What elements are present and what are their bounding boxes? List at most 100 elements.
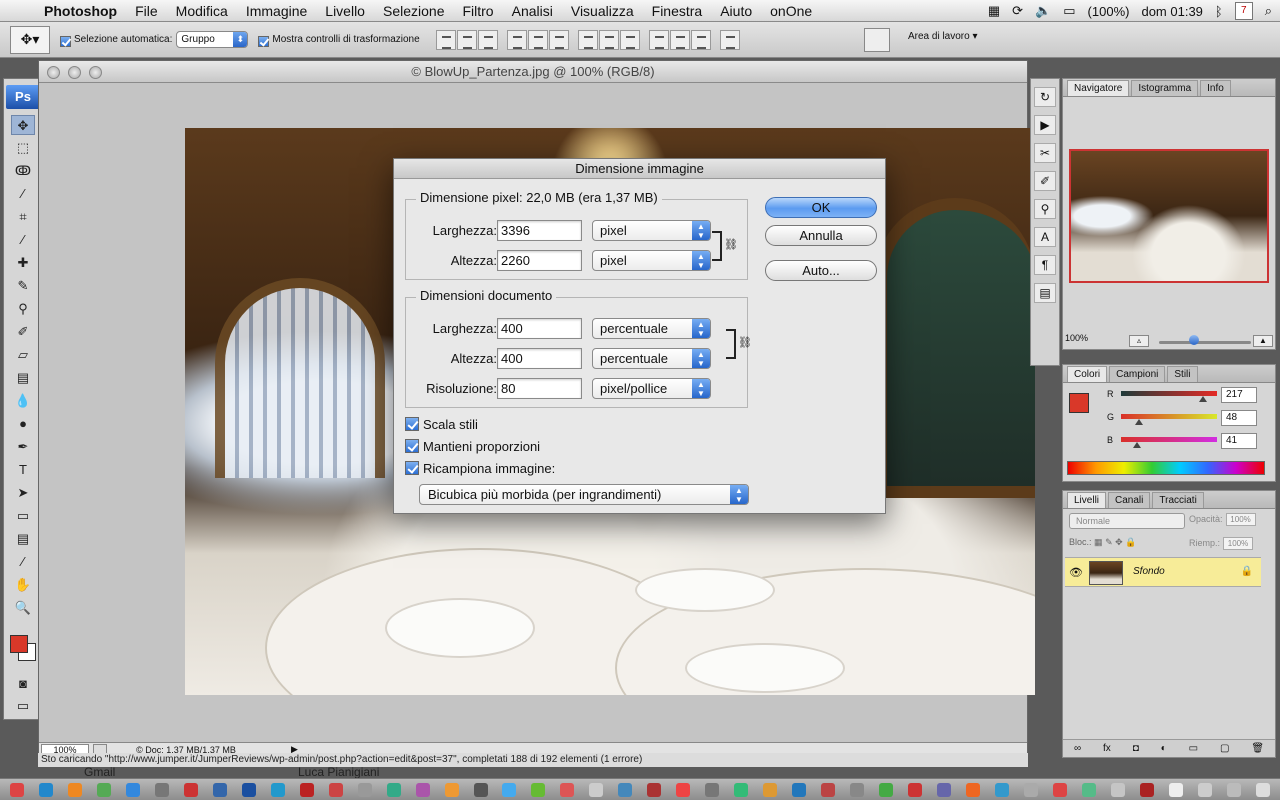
pixel-width-input[interactable]: 3396 bbox=[497, 220, 582, 241]
dock-app-icon[interactable] bbox=[763, 782, 778, 797]
b-value-field[interactable]: 41 bbox=[1221, 433, 1257, 449]
doc-height-input[interactable]: 400 bbox=[497, 348, 582, 369]
zoom-out-icon[interactable]: ▵ bbox=[1129, 335, 1149, 347]
quick-mask-icon[interactable]: ◙ bbox=[11, 674, 35, 694]
clone-source-icon[interactable]: ⚲ bbox=[1034, 199, 1056, 219]
bluetooth-icon[interactable]: ᛒ bbox=[1215, 4, 1223, 19]
eraser-tool-icon[interactable]: ▱ bbox=[11, 345, 35, 365]
doc-height-unit-select[interactable]: percentuale ▲ ▼ bbox=[592, 348, 711, 369]
trash-icon[interactable]: 🗑 bbox=[1251, 743, 1264, 754]
screen-mode-icon[interactable]: ▭ bbox=[11, 696, 35, 716]
dock-app-icon[interactable] bbox=[647, 782, 662, 797]
doc-width-unit-select[interactable]: percentuale ▲ ▼ bbox=[592, 318, 711, 339]
dock-app-icon[interactable] bbox=[415, 782, 430, 797]
path-select-icon[interactable]: ➤ bbox=[11, 483, 35, 503]
dock-app-icon[interactable] bbox=[734, 782, 749, 797]
spaces-icon[interactable]: ▦ bbox=[988, 3, 1000, 19]
tool-presets-icon[interactable]: ✂ bbox=[1034, 143, 1056, 163]
dock-app-icon[interactable] bbox=[38, 782, 53, 797]
layer-mask-icon[interactable]: ◘ bbox=[1133, 743, 1139, 754]
user-name[interactable]: Luca Pianigiani bbox=[298, 765, 379, 779]
dock-app-icon[interactable] bbox=[154, 782, 169, 797]
dock-app-icon[interactable] bbox=[473, 782, 488, 797]
menu-aiuto[interactable]: Aiuto bbox=[720, 3, 752, 19]
minimize-window-icon[interactable] bbox=[68, 66, 81, 79]
auto-button[interactable]: Auto... bbox=[765, 260, 877, 281]
foreground-color-swatch[interactable] bbox=[10, 635, 28, 653]
pixel-height-unit-select[interactable]: pixel ▲ ▼ bbox=[592, 250, 711, 271]
distribute-top-icon[interactable] bbox=[577, 29, 598, 50]
dock-app-icon[interactable] bbox=[502, 782, 517, 797]
menu-selezione[interactable]: Selezione bbox=[383, 3, 445, 19]
sync-icon[interactable]: ⟳ bbox=[1012, 3, 1023, 19]
dodge-tool-icon[interactable]: ● bbox=[11, 414, 35, 434]
spotlight-icon[interactable]: ⌕ bbox=[1265, 3, 1272, 19]
align-vcenter-icon[interactable] bbox=[456, 29, 477, 50]
dock-app-icon[interactable] bbox=[937, 782, 951, 797]
dock-app-icon[interactable] bbox=[270, 782, 285, 797]
shape-tool-icon[interactable]: ▭ bbox=[11, 506, 35, 526]
dock-app-icon[interactable] bbox=[96, 782, 111, 797]
clone-stamp-icon[interactable]: ⚲ bbox=[11, 299, 35, 319]
menu-analisi[interactable]: Analisi bbox=[512, 3, 553, 19]
dock-app-icon[interactable] bbox=[1110, 782, 1125, 797]
gmail-tab[interactable]: Gmail bbox=[84, 765, 115, 779]
lasso-tool-icon[interactable]: ↂ bbox=[11, 161, 35, 181]
new-group-icon[interactable]: ▭ bbox=[1189, 743, 1198, 754]
notes-tool-icon[interactable]: ▤ bbox=[11, 529, 35, 549]
dock-app-icon[interactable] bbox=[241, 782, 256, 797]
layer-comps-icon[interactable]: ▤ bbox=[1034, 283, 1056, 303]
resolution-input[interactable]: 80 bbox=[497, 378, 582, 399]
resolution-unit-select[interactable]: pixel/pollice ▲ ▼ bbox=[592, 378, 711, 399]
dock-app-icon[interactable] bbox=[328, 782, 343, 797]
navigator-slider-knob[interactable] bbox=[1189, 335, 1199, 345]
dock-app-icon[interactable] bbox=[1023, 782, 1038, 797]
distribute-hcenter-icon[interactable] bbox=[669, 29, 690, 50]
zoom-window-icon[interactable] bbox=[89, 66, 102, 79]
blue-slider-thumb[interactable] bbox=[1133, 442, 1141, 448]
green-slider-thumb[interactable] bbox=[1135, 419, 1143, 425]
dock-app-icon[interactable] bbox=[850, 782, 865, 797]
lock-position-icon[interactable]: ✥ bbox=[1115, 537, 1123, 547]
dock-app-icon[interactable] bbox=[965, 782, 980, 797]
dock-app-icon[interactable] bbox=[994, 782, 1009, 797]
marquee-tool-icon[interactable]: ⬚ bbox=[11, 138, 35, 158]
tab-stili[interactable]: Stili bbox=[1167, 366, 1198, 382]
panel-foreground-swatch[interactable] bbox=[1069, 393, 1089, 413]
history-brush-icon[interactable]: ✐ bbox=[11, 322, 35, 342]
layer-style-icon[interactable]: fx bbox=[1103, 743, 1111, 754]
crop-tool-icon[interactable]: ⌗ bbox=[11, 207, 35, 227]
new-layer-icon[interactable]: ▢ bbox=[1220, 743, 1229, 754]
move-tool-icon[interactable]: ✥ bbox=[11, 115, 35, 135]
hand-tool-icon[interactable]: ✋ bbox=[11, 575, 35, 595]
lock-pixels-icon[interactable]: ✎ bbox=[1105, 537, 1113, 547]
r-value-field[interactable]: 217 bbox=[1221, 387, 1257, 403]
brush-tool-icon[interactable]: ✎ bbox=[11, 276, 35, 296]
opacity-field[interactable]: 100% bbox=[1225, 513, 1256, 526]
volume-icon[interactable]: 🔈 bbox=[1035, 3, 1051, 19]
dock-app-icon[interactable] bbox=[618, 782, 633, 797]
dock-app-icon[interactable] bbox=[357, 782, 372, 797]
align-top-icon[interactable] bbox=[435, 29, 456, 50]
healing-brush-icon[interactable]: ✚ bbox=[11, 253, 35, 273]
navigator-zoom-field[interactable]: 100% bbox=[1065, 333, 1113, 343]
tab-istogramma[interactable]: Istogramma bbox=[1131, 80, 1199, 96]
calendar-icon[interactable]: 7 bbox=[1234, 2, 1253, 20]
menu-file[interactable]: File bbox=[135, 3, 158, 19]
dock-app-icon[interactable] bbox=[1197, 782, 1212, 797]
eyedropper-tool-icon[interactable]: ⁄ bbox=[11, 230, 35, 250]
navigator-zoom-slider[interactable] bbox=[1159, 341, 1251, 344]
brushes-panel-icon[interactable]: ✐ bbox=[1034, 171, 1056, 191]
tab-tracciati[interactable]: Tracciati bbox=[1152, 492, 1204, 508]
lock-transparency-icon[interactable]: ▦ bbox=[1094, 537, 1103, 547]
battery-icon[interactable]: ▭ bbox=[1063, 3, 1075, 19]
tab-campioni[interactable]: Campioni bbox=[1109, 366, 1166, 382]
align-hcenter-icon[interactable] bbox=[527, 29, 548, 50]
bridge-icon[interactable] bbox=[864, 28, 890, 52]
tab-canali[interactable]: Canali bbox=[1108, 492, 1151, 508]
menu-finestra[interactable]: Finestra bbox=[652, 3, 703, 19]
scale-styles-checkbox[interactable]: Scala stili bbox=[405, 415, 478, 432]
distribute-right-icon[interactable] bbox=[690, 29, 711, 50]
type-tool-icon[interactable]: T bbox=[11, 460, 35, 480]
menu-modifica[interactable]: Modifica bbox=[176, 3, 228, 19]
